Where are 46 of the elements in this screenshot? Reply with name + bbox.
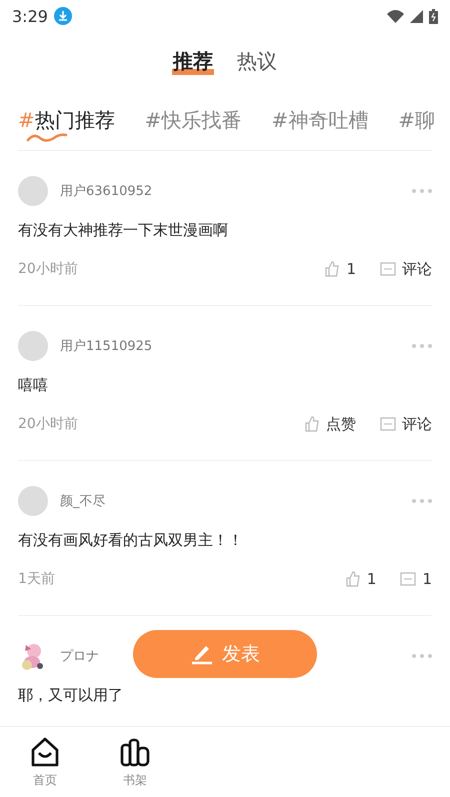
thumbs-up-icon <box>304 416 320 432</box>
thumbs-up-icon <box>324 261 340 277</box>
topic-tab[interactable]: #神奇吐槽 <box>272 106 368 142</box>
post-text: 耶，又可以用了 <box>18 685 124 706</box>
more-icon[interactable] <box>412 654 432 658</box>
more-icon[interactable] <box>412 189 432 193</box>
squiggle-underline-icon <box>26 132 70 142</box>
topic-tab[interactable]: #快乐找番 <box>144 106 242 142</box>
username: 颜_不尽 <box>60 493 106 510</box>
username: 用户63610952 <box>60 183 152 200</box>
comment-icon <box>380 262 396 276</box>
shelf-icon <box>119 736 151 768</box>
comment-icon <box>400 572 416 586</box>
comment-button[interactable]: 1 <box>400 570 432 588</box>
username: プロナ <box>60 648 99 665</box>
thumbs-up-icon <box>344 571 361 587</box>
comment-button[interactable]: 评论 <box>380 414 432 434</box>
comment-button[interactable]: 评论 <box>380 260 432 278</box>
status-time: 3:29 <box>12 6 48 26</box>
username: 用户11510925 <box>60 338 152 355</box>
post-text: 有没有画风好看的古风双男主！！ <box>18 530 244 551</box>
comment-icon <box>380 417 396 431</box>
topic-tab[interactable]: #热门推荐 <box>18 106 115 142</box>
avatar[interactable] <box>18 331 48 361</box>
more-icon[interactable] <box>412 499 432 503</box>
post-text: 有没有大神推荐一下末世漫画啊 <box>18 220 229 241</box>
post-text: 嘻嘻 <box>18 375 49 396</box>
wifi-icon <box>387 10 404 22</box>
post-time: 20小时前 <box>18 415 79 433</box>
post-time: 1天前 <box>18 570 56 588</box>
pencil-icon <box>190 643 214 665</box>
avatar[interactable] <box>18 176 48 206</box>
tab[interactable]: 热议 <box>236 47 278 75</box>
like-button[interactable]: 点赞 <box>304 414 356 434</box>
like-button[interactable]: 1 <box>344 570 376 588</box>
post-time: 20小时前 <box>18 260 79 278</box>
nav-item[interactable]: 首页 <box>0 727 90 797</box>
battery-icon <box>429 8 438 24</box>
download-icon <box>54 7 72 25</box>
nav-item[interactable]: 书架 <box>90 727 180 797</box>
avatar[interactable] <box>18 486 48 516</box>
signal-icon <box>410 10 423 22</box>
more-icon[interactable] <box>412 344 432 348</box>
home-icon <box>29 736 61 768</box>
like-button[interactable]: 1 <box>324 260 356 278</box>
topic-tab[interactable]: #聊 <box>398 106 436 142</box>
